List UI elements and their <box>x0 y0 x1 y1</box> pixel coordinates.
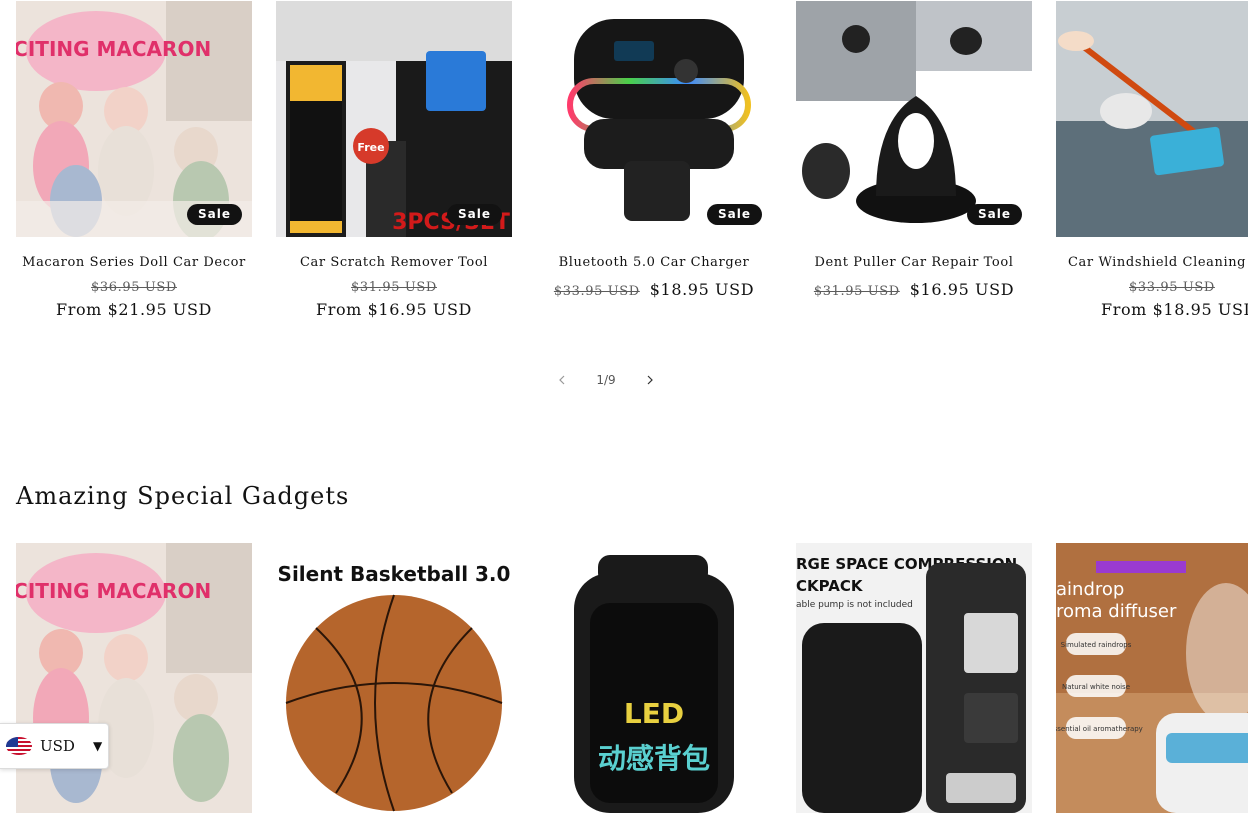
product-image-doll[interactable]: EXCITING MACARON <box>16 543 252 813</box>
svg-text:动感背包: 动感背包 <box>598 742 710 775</box>
product-card[interactable]: Silent Basketball 3.0 <box>276 543 512 813</box>
product-title[interactable]: Macaron Series Doll Car Decor <box>16 255 252 270</box>
product-title[interactable]: Car Scratch Remover Tool <box>276 255 512 270</box>
previous-slide-button[interactable] <box>548 368 576 392</box>
product-card[interactable]: LED 动感背包 <box>536 543 772 813</box>
product-image-car-charger[interactable]: Sale <box>536 1 772 237</box>
product-image-led-backpack[interactable]: LED 动感背包 <box>536 543 772 813</box>
sale-price: From $21.95 USD <box>56 300 212 319</box>
svg-text:CKPACK: CKPACK <box>796 577 864 595</box>
product-card[interactable]: Sale Dent Puller Car Repair Tool $31.95 … <box>796 1 1032 321</box>
product-price: $31.95 USD $16.95 USD <box>796 278 1032 303</box>
product-card[interactable]: EXCITING MACARON Sale Macaron Series Dol… <box>16 1 252 321</box>
product-image-basketball[interactable]: Silent Basketball 3.0 <box>276 543 512 813</box>
product-card[interactable]: Free 3PCS/SET Sale Car Scratch Remover T… <box>276 1 512 321</box>
product-card[interactable]: S Car Windshield Cleaning B $33.95 USD F… <box>1056 1 1248 321</box>
currency-code: USD <box>40 737 75 755</box>
product-price: $33.95 USD $18.95 USD <box>536 278 772 303</box>
sale-price: $16.95 USD <box>909 280 1015 299</box>
currency-selector[interactable]: USD ▼ <box>0 723 109 769</box>
slide-counter: 1/9 <box>596 373 615 387</box>
svg-text:LED: LED <box>624 697 684 730</box>
sale-price: From $16.95 USD <box>316 300 472 319</box>
slider-pagination: 1/9 <box>548 368 664 392</box>
svg-text:Free: Free <box>357 141 384 154</box>
product-image-aroma-diffuser[interactable]: aindrop roma diffuser Simulated raindrop… <box>1056 543 1248 813</box>
svg-text:aindrop: aindrop <box>1056 579 1124 600</box>
regular-price: $36.95 USD <box>91 280 177 295</box>
next-slide-button[interactable] <box>636 368 664 392</box>
product-title[interactable]: Dent Puller Car Repair Tool <box>796 255 1032 270</box>
product-image-dent-puller[interactable]: Sale <box>796 1 1032 237</box>
product-image-doll[interactable]: EXCITING MACARON Sale <box>16 1 252 237</box>
sale-price: $18.95 USD <box>649 280 755 299</box>
regular-price: $33.95 USD <box>1129 280 1215 295</box>
sale-badge: Sale <box>187 204 242 225</box>
product-card[interactable]: RGE SPACE COMPRESSION CKPACK able pump i… <box>796 543 1032 813</box>
svg-text:EXCITING MACARON: EXCITING MACARON <box>16 37 211 61</box>
product-image-compression-backpack[interactable]: RGE SPACE COMPRESSION CKPACK able pump i… <box>796 543 1032 813</box>
product-card[interactable]: EXCITING MACARON <box>16 543 252 813</box>
regular-price: $33.95 USD <box>553 284 640 299</box>
regular-price: $31.95 USD <box>351 280 437 295</box>
product-title[interactable]: Bluetooth 5.0 Car Charger <box>536 255 772 270</box>
total-slides: 9 <box>608 373 616 387</box>
sale-badge: Sale <box>707 204 762 225</box>
product-image-scratch-remover[interactable]: Free 3PCS/SET Sale <box>276 1 512 237</box>
product-carousel-top: EXCITING MACARON Sale Macaron Series Dol… <box>16 1 1248 321</box>
product-card[interactable]: aindrop roma diffuser Simulated raindrop… <box>1056 543 1248 813</box>
product-card[interactable]: Sale Bluetooth 5.0 Car Charger $33.95 US… <box>536 1 772 321</box>
current-slide: 1 <box>596 373 604 387</box>
caret-down-icon: ▼ <box>92 739 103 753</box>
section-title: Amazing Special Gadgets <box>16 482 350 510</box>
product-carousel-bottom: EXCITING MACARON Silent Basketball 3.0 <box>16 543 1248 813</box>
svg-text:roma diffuser: roma diffuser <box>1056 601 1177 622</box>
chevron-right-icon <box>647 375 653 385</box>
chevron-left-icon <box>559 375 565 385</box>
product-price: $33.95 USD From $18.95 USD <box>1056 278 1248 321</box>
sale-badge: Sale <box>967 204 1022 225</box>
svg-text:Essential oil aromatherapy: Essential oil aromatherapy <box>1056 725 1143 733</box>
svg-text:Natural white noise: Natural white noise <box>1062 683 1130 691</box>
us-flag-icon <box>6 737 32 755</box>
svg-text:Simulated raindrops: Simulated raindrops <box>1061 641 1132 649</box>
regular-price: $31.95 USD <box>813 284 900 299</box>
sale-price: From $18.95 USD <box>1101 300 1248 319</box>
sale-badge: Sale <box>447 204 502 225</box>
product-price: $36.95 USD From $21.95 USD <box>16 278 252 321</box>
product-image-windshield-cleaner[interactable]: S <box>1056 1 1248 237</box>
svg-text:Silent Basketball 3.0: Silent Basketball 3.0 <box>278 562 511 586</box>
product-title[interactable]: Car Windshield Cleaning B <box>1056 255 1248 270</box>
svg-text:EXCITING MACARON: EXCITING MACARON <box>16 579 211 603</box>
product-price: $31.95 USD From $16.95 USD <box>276 278 512 321</box>
svg-text:able pump is not included: able pump is not included <box>796 600 913 610</box>
